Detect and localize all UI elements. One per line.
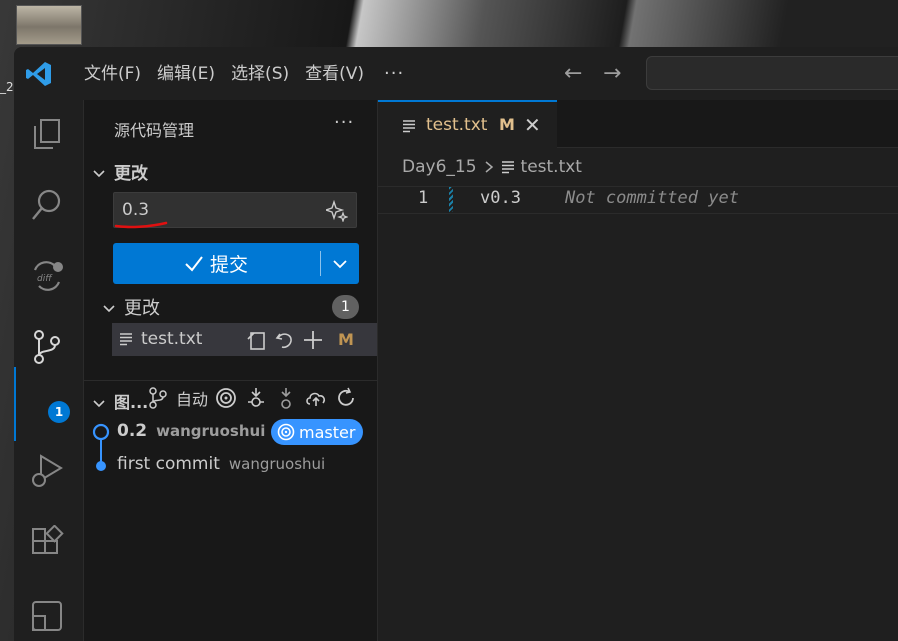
- branch-icon[interactable]: [146, 386, 170, 410]
- chevron-down-icon: [93, 399, 105, 407]
- breadcrumb-folder[interactable]: Day6_15: [402, 157, 477, 177]
- changed-file-row[interactable]: test.txt M: [112, 323, 377, 356]
- tab-test-txt[interactable]: test.txt M ✕: [378, 100, 557, 148]
- menu-bar: 文件(F) 编辑(E) 选择(S) 查看(V) ···: [76, 47, 416, 100]
- editor-area: test.txt M ✕ Day6_15 test.txt 1 v0.3 Not …: [378, 100, 898, 641]
- commit-author: wangruoshui: [228, 455, 326, 473]
- sidebar-more-button[interactable]: ···: [334, 112, 354, 133]
- graph-title-label: 图...: [114, 393, 149, 412]
- graph-section-header: 图... 自动: [84, 380, 377, 417]
- commit-author: wangruoshui: [156, 422, 266, 440]
- back-arrow-icon[interactable]: ←: [564, 61, 582, 86]
- desktop-edge-text: [0, 80, 14, 96]
- commit-message: first commit wangruoshui: [117, 454, 325, 474]
- target-icon[interactable]: [214, 386, 238, 410]
- push-cloud-icon[interactable]: [304, 386, 328, 410]
- text-file-icon: [120, 333, 132, 346]
- tab-status: M: [499, 115, 515, 134]
- menu-more-button[interactable]: ···: [372, 63, 416, 84]
- pull-icon[interactable]: [274, 386, 298, 410]
- graph-auto-label[interactable]: 自动: [176, 386, 208, 410]
- tab-label: test.txt: [426, 115, 488, 135]
- red-annotation-underline: [114, 221, 168, 229]
- chevron-down-icon: [333, 259, 347, 268]
- fetch-icon[interactable]: [244, 386, 268, 410]
- changes-group-label: 更改: [124, 298, 160, 319]
- desktop-thumbnail: [16, 5, 82, 45]
- check-icon: [185, 255, 203, 272]
- graph-commit-row[interactable]: first commit wangruoshui: [84, 450, 377, 480]
- active-view-indicator: [14, 367, 16, 441]
- extensions-icon[interactable]: [27, 524, 67, 565]
- text-file-icon: [403, 120, 415, 133]
- chevron-down-icon: [103, 305, 115, 313]
- chevron-right-icon: [485, 161, 493, 173]
- file-status-modified: M: [338, 330, 354, 349]
- source-control-badge: 1: [48, 401, 70, 423]
- graph-node-icon: [96, 461, 106, 471]
- refresh-icon[interactable]: [334, 386, 358, 410]
- commit-message: 0.2 wangruoshui: [117, 421, 265, 441]
- commit-message-input[interactable]: [122, 198, 312, 222]
- file-actions: [245, 328, 325, 352]
- code-text: v0.3: [480, 188, 521, 208]
- breadcrumb-file[interactable]: test.txt: [521, 157, 582, 177]
- changed-file-name: test.txt: [141, 329, 203, 349]
- sidebar-title: 源代码管理: [114, 121, 195, 140]
- source-control-sidebar: 源代码管理 ··· 更改 提交 更改 1 test.txt: [84, 100, 378, 641]
- discard-changes-icon[interactable]: [273, 328, 297, 352]
- commit-button[interactable]: 提交: [113, 243, 319, 284]
- search-icon[interactable]: [27, 185, 67, 225]
- target-icon: [277, 423, 295, 441]
- commit-message-box[interactable]: [113, 192, 357, 229]
- command-center-search[interactable]: [646, 56, 898, 90]
- inline-blame: Not committed yet: [564, 188, 739, 208]
- sparkle-icon[interactable]: [326, 200, 348, 222]
- commit-button-label: 提交: [209, 254, 248, 276]
- changes-section-label: 更改: [114, 164, 148, 184]
- explorer-icon[interactable]: [27, 114, 67, 154]
- diff-icon[interactable]: diff: [27, 256, 67, 296]
- svg-text:diff: diff: [37, 274, 53, 284]
- changes-count-badge: 1: [332, 295, 359, 319]
- title-bar: 文件(F) 编辑(E) 选择(S) 查看(V) ··· ← →: [14, 47, 898, 101]
- commit-button-group: 提交: [113, 243, 359, 284]
- commit-message-text: 0.2: [117, 421, 148, 441]
- modified-gutter-indicator[interactable]: [449, 187, 453, 212]
- graph-toolbar: 自动: [146, 386, 358, 410]
- activity-bar: diff 1: [14, 100, 84, 641]
- vscode-window: 文件(F) 编辑(E) 选择(S) 查看(V) ··· ← → diff 1 源…: [14, 47, 898, 641]
- menu-selection[interactable]: 选择(S): [223, 59, 297, 89]
- commit-message-text: first commit: [117, 454, 220, 474]
- code-line[interactable]: v0.3 Not committed yet: [480, 188, 739, 208]
- remote-explorer-icon[interactable]: [27, 596, 67, 636]
- text-file-icon: [501, 161, 514, 174]
- line-number: 1: [418, 188, 429, 208]
- graph-commit-row[interactable]: 0.2 wangruoshui master: [84, 417, 377, 447]
- close-icon[interactable]: ✕: [524, 113, 541, 137]
- branch-name: master: [299, 422, 356, 442]
- open-file-icon[interactable]: [245, 328, 269, 352]
- menu-view[interactable]: 查看(V): [297, 59, 372, 89]
- forward-arrow-icon[interactable]: →: [603, 61, 621, 86]
- run-debug-icon[interactable]: [27, 450, 67, 490]
- stage-changes-icon[interactable]: [301, 328, 325, 352]
- tab-bar: test.txt M ✕: [378, 100, 898, 148]
- commit-dropdown-button[interactable]: [321, 243, 359, 284]
- chevron-down-icon: [93, 170, 105, 178]
- menu-edit[interactable]: 编辑(E): [149, 59, 223, 89]
- breadcrumb: Day6_15 test.txt: [402, 157, 582, 177]
- menu-file[interactable]: 文件(F): [76, 59, 149, 89]
- changes-section-header[interactable]: 更改: [92, 159, 148, 184]
- source-control-icon[interactable]: [27, 327, 67, 367]
- graph-title[interactable]: 图...: [92, 389, 148, 413]
- vscode-logo-icon: [26, 62, 51, 86]
- changes-group-row[interactable]: 更改: [102, 294, 364, 320]
- branch-badge[interactable]: master: [271, 419, 364, 445]
